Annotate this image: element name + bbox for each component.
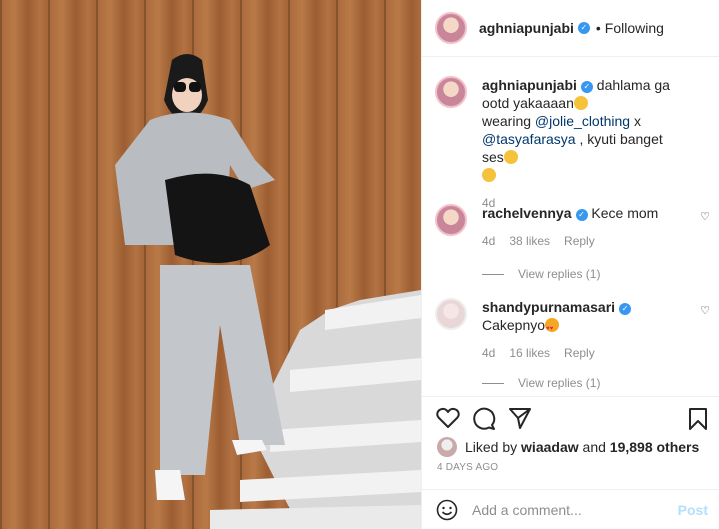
verified-icon: ✓ — [580, 81, 593, 93]
likes-count[interactable]: 19,898 others — [610, 439, 700, 455]
comment-text: Kece mom — [591, 205, 659, 221]
post-header: aghniapunjabi ✓ • Following — [422, 0, 719, 57]
replies-line — [482, 383, 504, 385]
comments-section: aghniapunjabi ✓ dahlama ga ootd yakaaaan … — [422, 58, 719, 396]
likes-prefix: Liked by — [465, 439, 518, 455]
liker-avatar[interactable] — [437, 437, 457, 457]
save-bookmark-icon[interactable] — [688, 407, 708, 431]
pensive-emoji-icon — [503, 150, 518, 164]
add-comment-input[interactable]: Add a comment... — [472, 502, 582, 518]
author-avatar[interactable] — [435, 12, 467, 44]
comment-item: rachelvennya ✓ Kece mom 4d 38 likes Reply ♡ — [435, 204, 710, 264]
mention-link[interactable]: @tasyafarasya — [482, 131, 576, 147]
caption: aghniapunjabi ✓ dahlama ga ootd yakaaaan … — [435, 76, 710, 210]
like-heart-icon[interactable] — [436, 407, 460, 429]
commenter-avatar[interactable] — [435, 298, 467, 330]
verified-icon: ✓ — [577, 22, 590, 34]
verified-icon: ✓ — [619, 303, 632, 315]
photo-illustration — [115, 54, 421, 529]
mention-link[interactable]: @jolie_clothing — [535, 113, 630, 129]
caption-text-2: wearing — [482, 113, 535, 129]
liker-username[interactable]: wiaadaw — [521, 439, 579, 455]
smiley-emoji-icon — [573, 96, 588, 110]
view-replies-label: View replies (1) — [518, 376, 601, 390]
reply-button[interactable]: Reply — [564, 346, 595, 360]
comment-time[interactable]: 4d — [482, 234, 495, 248]
reply-button[interactable]: Reply — [564, 234, 595, 248]
post-side-panel: aghniapunjabi ✓ • Following aghniapunjab… — [421, 0, 719, 529]
author-username[interactable]: aghniapunjabi — [479, 20, 574, 36]
pensive-emoji-icon — [482, 168, 496, 182]
view-replies[interactable]: View replies (1) — [482, 267, 600, 281]
post-comment-button[interactable]: Post — [678, 502, 708, 518]
view-replies[interactable]: View replies (1) — [482, 376, 600, 390]
commenter-avatar[interactable] — [435, 204, 467, 236]
comment-meta: 4d 16 likes Reply — [482, 344, 687, 362]
verified-icon: ✓ — [575, 209, 588, 221]
post-date[interactable]: 4 DAYS AGO — [437, 462, 498, 473]
caption-body: aghniapunjabi ✓ dahlama ga ootd yakaaaan … — [482, 76, 687, 212]
comment-body: rachelvennya ✓ Kece mom 4d 38 likes Reply — [482, 204, 687, 250]
action-bar — [422, 396, 719, 437]
caption-text-3: x — [630, 113, 641, 129]
comment-likes[interactable]: 16 likes — [509, 346, 550, 360]
view-replies-label: View replies (1) — [518, 267, 601, 281]
commenter-username[interactable]: shandypurnamasari — [482, 299, 615, 315]
emoji-picker-icon[interactable] — [436, 499, 458, 521]
comment-body: shandypurnamasari ✓ Cakepnyo 4d 16 likes Re… — [482, 298, 687, 362]
comment-meta: 4d 38 likes Reply — [482, 232, 687, 250]
add-comment-bar: Add a comment... Post — [422, 489, 719, 529]
likes-summary: Liked by wiaadaw and 19,898 others — [437, 437, 707, 457]
header-dot: • — [595, 20, 601, 36]
caption-username[interactable]: aghniapunjabi — [482, 77, 577, 93]
replies-line — [482, 274, 504, 276]
comment-item: shandypurnamasari ✓ Cakepnyo 4d 16 likes Re… — [435, 298, 710, 360]
following-button[interactable]: Following — [605, 20, 664, 36]
comment-time[interactable]: 4d — [482, 346, 495, 360]
likes-and: and — [582, 439, 606, 455]
share-plane-icon[interactable] — [508, 407, 532, 429]
comment-bubble-icon[interactable] — [472, 407, 496, 431]
comment-like-heart-icon[interactable]: ♡ — [700, 304, 710, 317]
comment-likes[interactable]: 38 likes — [509, 234, 550, 248]
comment-text: Cakepnyo — [482, 317, 546, 333]
comment-like-heart-icon[interactable]: ♡ — [700, 210, 710, 223]
commenter-username[interactable]: rachelvennya — [482, 205, 572, 221]
heart-eyes-emoji-icon — [545, 318, 560, 338]
post-photo[interactable] — [0, 0, 421, 529]
caption-avatar[interactable] — [435, 76, 467, 108]
